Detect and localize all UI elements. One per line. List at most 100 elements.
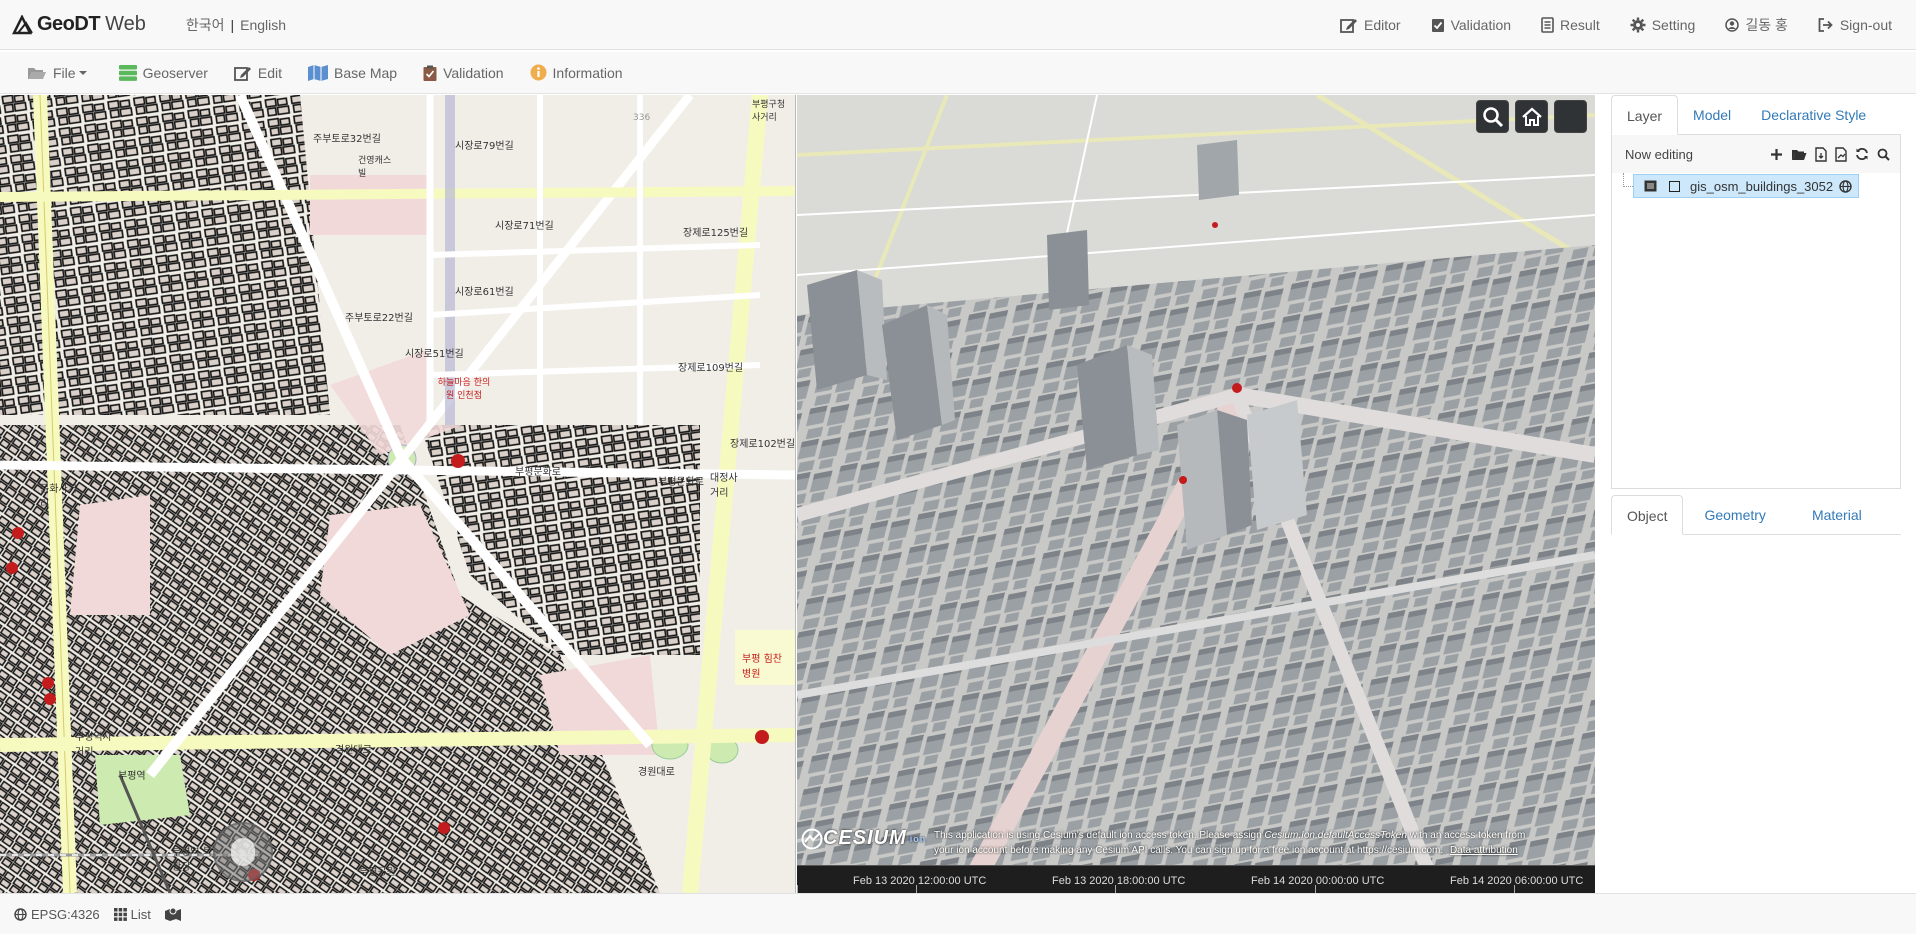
credit-text-line2: your ion account before making any Cesiu…: [934, 845, 1444, 856]
search-layer-button[interactable]: [1877, 148, 1890, 161]
timeline-tick: [797, 885, 798, 893]
tool-validation[interactable]: Validation: [423, 65, 504, 81]
export-file-button[interactable]: [1835, 146, 1847, 162]
tool-geoserver[interactable]: Geoserver: [118, 64, 208, 81]
cesium-logo-text: CESIUM: [823, 827, 907, 849]
map-label: 건영캐스빌: [358, 156, 392, 179]
cesium-toolbar: [1470, 100, 1587, 133]
layer-type-icon: [1644, 180, 1657, 192]
tool-edit[interactable]: Edit: [234, 65, 282, 81]
nav-user-label: 길동 홍: [1745, 17, 1788, 33]
tool-geoserver-label: Geoserver: [142, 64, 208, 81]
cesium-geocoder-button[interactable]: [1476, 100, 1509, 133]
globe-icon: [14, 907, 27, 921]
map-2d-view[interactable]: 주부토로32번길 시장로79번길 건영캐스빌 시장로71번길 장제로125번길 …: [0, 95, 796, 893]
right-side-panel: Layer Model Declarative Style Now editin…: [1596, 95, 1916, 893]
tool-file-label: File: [53, 64, 76, 81]
nav-result-label: Result: [1560, 17, 1600, 33]
nav-validation-label: Validation: [1450, 17, 1512, 33]
map-label: 주부토로32번길: [313, 134, 381, 145]
file-export-icon: [1835, 146, 1847, 162]
add-layer-button[interactable]: [1770, 148, 1783, 161]
lang-korean-link[interactable]: 한국어: [186, 15, 225, 35]
map-label: 시장로79번길: [455, 141, 514, 152]
crs-indicator[interactable]: EPSG:4326: [14, 907, 100, 922]
map-label: 장제로125번길: [683, 228, 749, 239]
cesium-timeline[interactable]: Feb 13 2020 12:00:00 UTC Feb 13 2020 18:…: [797, 865, 1595, 893]
list-button[interactable]: List: [113, 907, 151, 922]
map-label: 336: [633, 113, 651, 123]
tab-geometry[interactable]: Geometry: [1689, 495, 1780, 535]
map-label: 부평공원: [359, 867, 396, 878]
timeline-label: Feb 13 2020 18:00:00 UTC: [1052, 875, 1186, 887]
tool-edit-label: Edit: [257, 64, 283, 81]
refresh-icon: [1856, 148, 1868, 160]
globe-icon[interactable]: [1839, 179, 1852, 193]
cesium-home-button[interactable]: [1515, 100, 1548, 133]
folder-open-icon: [28, 67, 46, 79]
credit-text-part: This application is using Cesium's defau…: [934, 830, 1265, 841]
folder-open-icon: [1792, 149, 1807, 160]
cesium-credit-bar: CESIUM ion This application is using Ces…: [797, 825, 1595, 865]
nav-validation[interactable]: Validation: [1431, 17, 1511, 33]
map-navigation-knob[interactable]: [231, 838, 255, 866]
tool-file[interactable]: File: [27, 65, 93, 81]
tab-declarative-style[interactable]: Declarative Style: [1746, 95, 1881, 135]
tab-model[interactable]: Model: [1678, 95, 1746, 135]
layer-visibility-checkbox[interactable]: [1669, 180, 1680, 192]
nav-result[interactable]: Result: [1541, 17, 1600, 33]
nav-sign-out-label: Sign-out: [1839, 17, 1892, 33]
cesium-credit-text: This application is using Cesium's defau…: [934, 828, 1584, 858]
timeline-label: Feb 14 2020 00:00:00 UTC: [1251, 875, 1385, 887]
brand-name-light: Web: [105, 13, 146, 35]
caret-down-icon: [78, 70, 87, 75]
layer-tree-node[interactable]: gis_osm_buildings_3052: [1633, 174, 1860, 198]
status-footer: EPSG:4326 List: [0, 893, 1916, 934]
nav-editor[interactable]: Editor: [1340, 17, 1401, 33]
cesium-logo-ion: ion: [909, 833, 927, 844]
tab-object[interactable]: Object: [1611, 495, 1684, 535]
layer-tree-panel: Now editing gis_osm_buildings_3052: [1611, 135, 1901, 489]
layer-tree-header: Now editing: [1612, 135, 1900, 173]
layer-name: gis_osm_buildings_3052: [1690, 178, 1834, 194]
grid-icon: [113, 907, 127, 921]
search-icon: [1482, 106, 1503, 127]
map-label: 부평역사거리: [75, 732, 112, 758]
nav-setting[interactable]: Setting: [1630, 17, 1695, 33]
map-label: 부평구청사거리: [752, 100, 786, 123]
refresh-button[interactable]: [1855, 147, 1869, 161]
map-label: 장제로109번길: [678, 363, 744, 374]
map-navigation-control[interactable]: [213, 822, 273, 882]
gear-icon: [1630, 17, 1646, 33]
nav-sign-out[interactable]: Sign-out: [1818, 17, 1892, 33]
nav-editor-label: Editor: [1364, 17, 1401, 33]
import-file-button[interactable]: [1815, 146, 1827, 162]
open-folder-button[interactable]: [1791, 148, 1807, 161]
data-attribution-link[interactable]: Data attribution: [1450, 845, 1518, 856]
search-icon: [1877, 148, 1890, 161]
map-icon: [308, 64, 329, 81]
cesium-logo-icon: [801, 828, 823, 849]
sign-out-icon: [1818, 18, 1833, 32]
lang-separator: |: [230, 16, 235, 33]
map-label: 시장로51번길: [405, 349, 464, 360]
tool-base-map-label: Base Map: [334, 64, 398, 81]
cesium-scene-mode-button[interactable]: [1554, 100, 1587, 133]
cesium-ion-logo[interactable]: CESIUM ion: [801, 827, 926, 850]
nav-user[interactable]: 길동 홍: [1725, 15, 1788, 35]
tab-material[interactable]: Material: [1797, 495, 1877, 535]
brand-name-bold: GeoDT: [37, 13, 101, 35]
tool-information[interactable]: Information: [530, 64, 623, 81]
map-label: 부평문화로: [515, 467, 561, 478]
tool-base-map[interactable]: Base Map: [308, 64, 398, 81]
layer-tabs: Layer Model Declarative Style: [1611, 95, 1901, 135]
map-marker-button[interactable]: [164, 907, 185, 921]
tab-layer[interactable]: Layer: [1611, 95, 1679, 135]
brand-logo[interactable]: GeoDT Web: [12, 13, 146, 36]
map-label: 시장로61번길: [455, 287, 514, 298]
map-label: 경원대로: [335, 745, 372, 756]
user-icon: [1725, 18, 1740, 32]
lang-english-link[interactable]: English: [240, 17, 286, 33]
cesium-3d-view[interactable]: CESIUM ion This application is using Ces…: [797, 95, 1595, 893]
timeline-label: Feb 13 2020 12:00:00 UTC: [853, 875, 987, 887]
